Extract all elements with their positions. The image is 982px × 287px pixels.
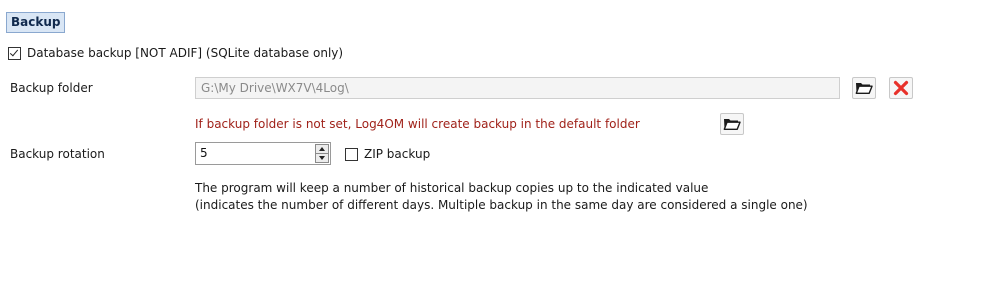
backup-folder-input[interactable]: G:\My Drive\WX7V\4Log\: [195, 77, 840, 99]
info-line-1: The program will keep a number of histor…: [195, 181, 709, 195]
section-header-backup: Backup: [6, 12, 66, 33]
zip-backup-label: ZIP backup: [364, 147, 431, 161]
backup-settings-panel: Backup Database backup [NOT ADIF] (SQLit…: [0, 0, 982, 287]
backup-rotation-label: Backup rotation: [10, 147, 105, 161]
backup-folder-label: Backup folder: [10, 81, 93, 95]
spinner-up-button[interactable]: [315, 144, 329, 154]
open-default-folder-button[interactable]: [720, 113, 744, 135]
clear-folder-button[interactable]: [889, 77, 913, 99]
zip-backup-checkbox[interactable]: [345, 147, 358, 161]
database-backup-checkbox[interactable]: [8, 46, 21, 60]
folder-open-icon: [855, 83, 873, 94]
zip-backup-option[interactable]: ZIP backup: [345, 147, 430, 161]
red-x-icon: [893, 80, 909, 96]
browse-folder-button[interactable]: [852, 77, 876, 99]
folder-open-icon: [723, 119, 741, 130]
backup-rotation-info: The program will keep a number of histor…: [195, 180, 808, 214]
backup-rotation-value[interactable]: 5: [200, 143, 208, 164]
database-backup-option[interactable]: Database backup [NOT ADIF] (SQLite datab…: [8, 46, 343, 60]
default-folder-warning: If backup folder is not set, Log4OM will…: [195, 117, 640, 131]
database-backup-label: Database backup [NOT ADIF] (SQLite datab…: [27, 46, 344, 60]
backup-rotation-spinner[interactable]: 5: [195, 142, 331, 165]
spinner-buttons: [315, 144, 329, 163]
spinner-down-button[interactable]: [315, 154, 329, 163]
info-line-2: (indicates the number of different days.…: [195, 198, 808, 212]
